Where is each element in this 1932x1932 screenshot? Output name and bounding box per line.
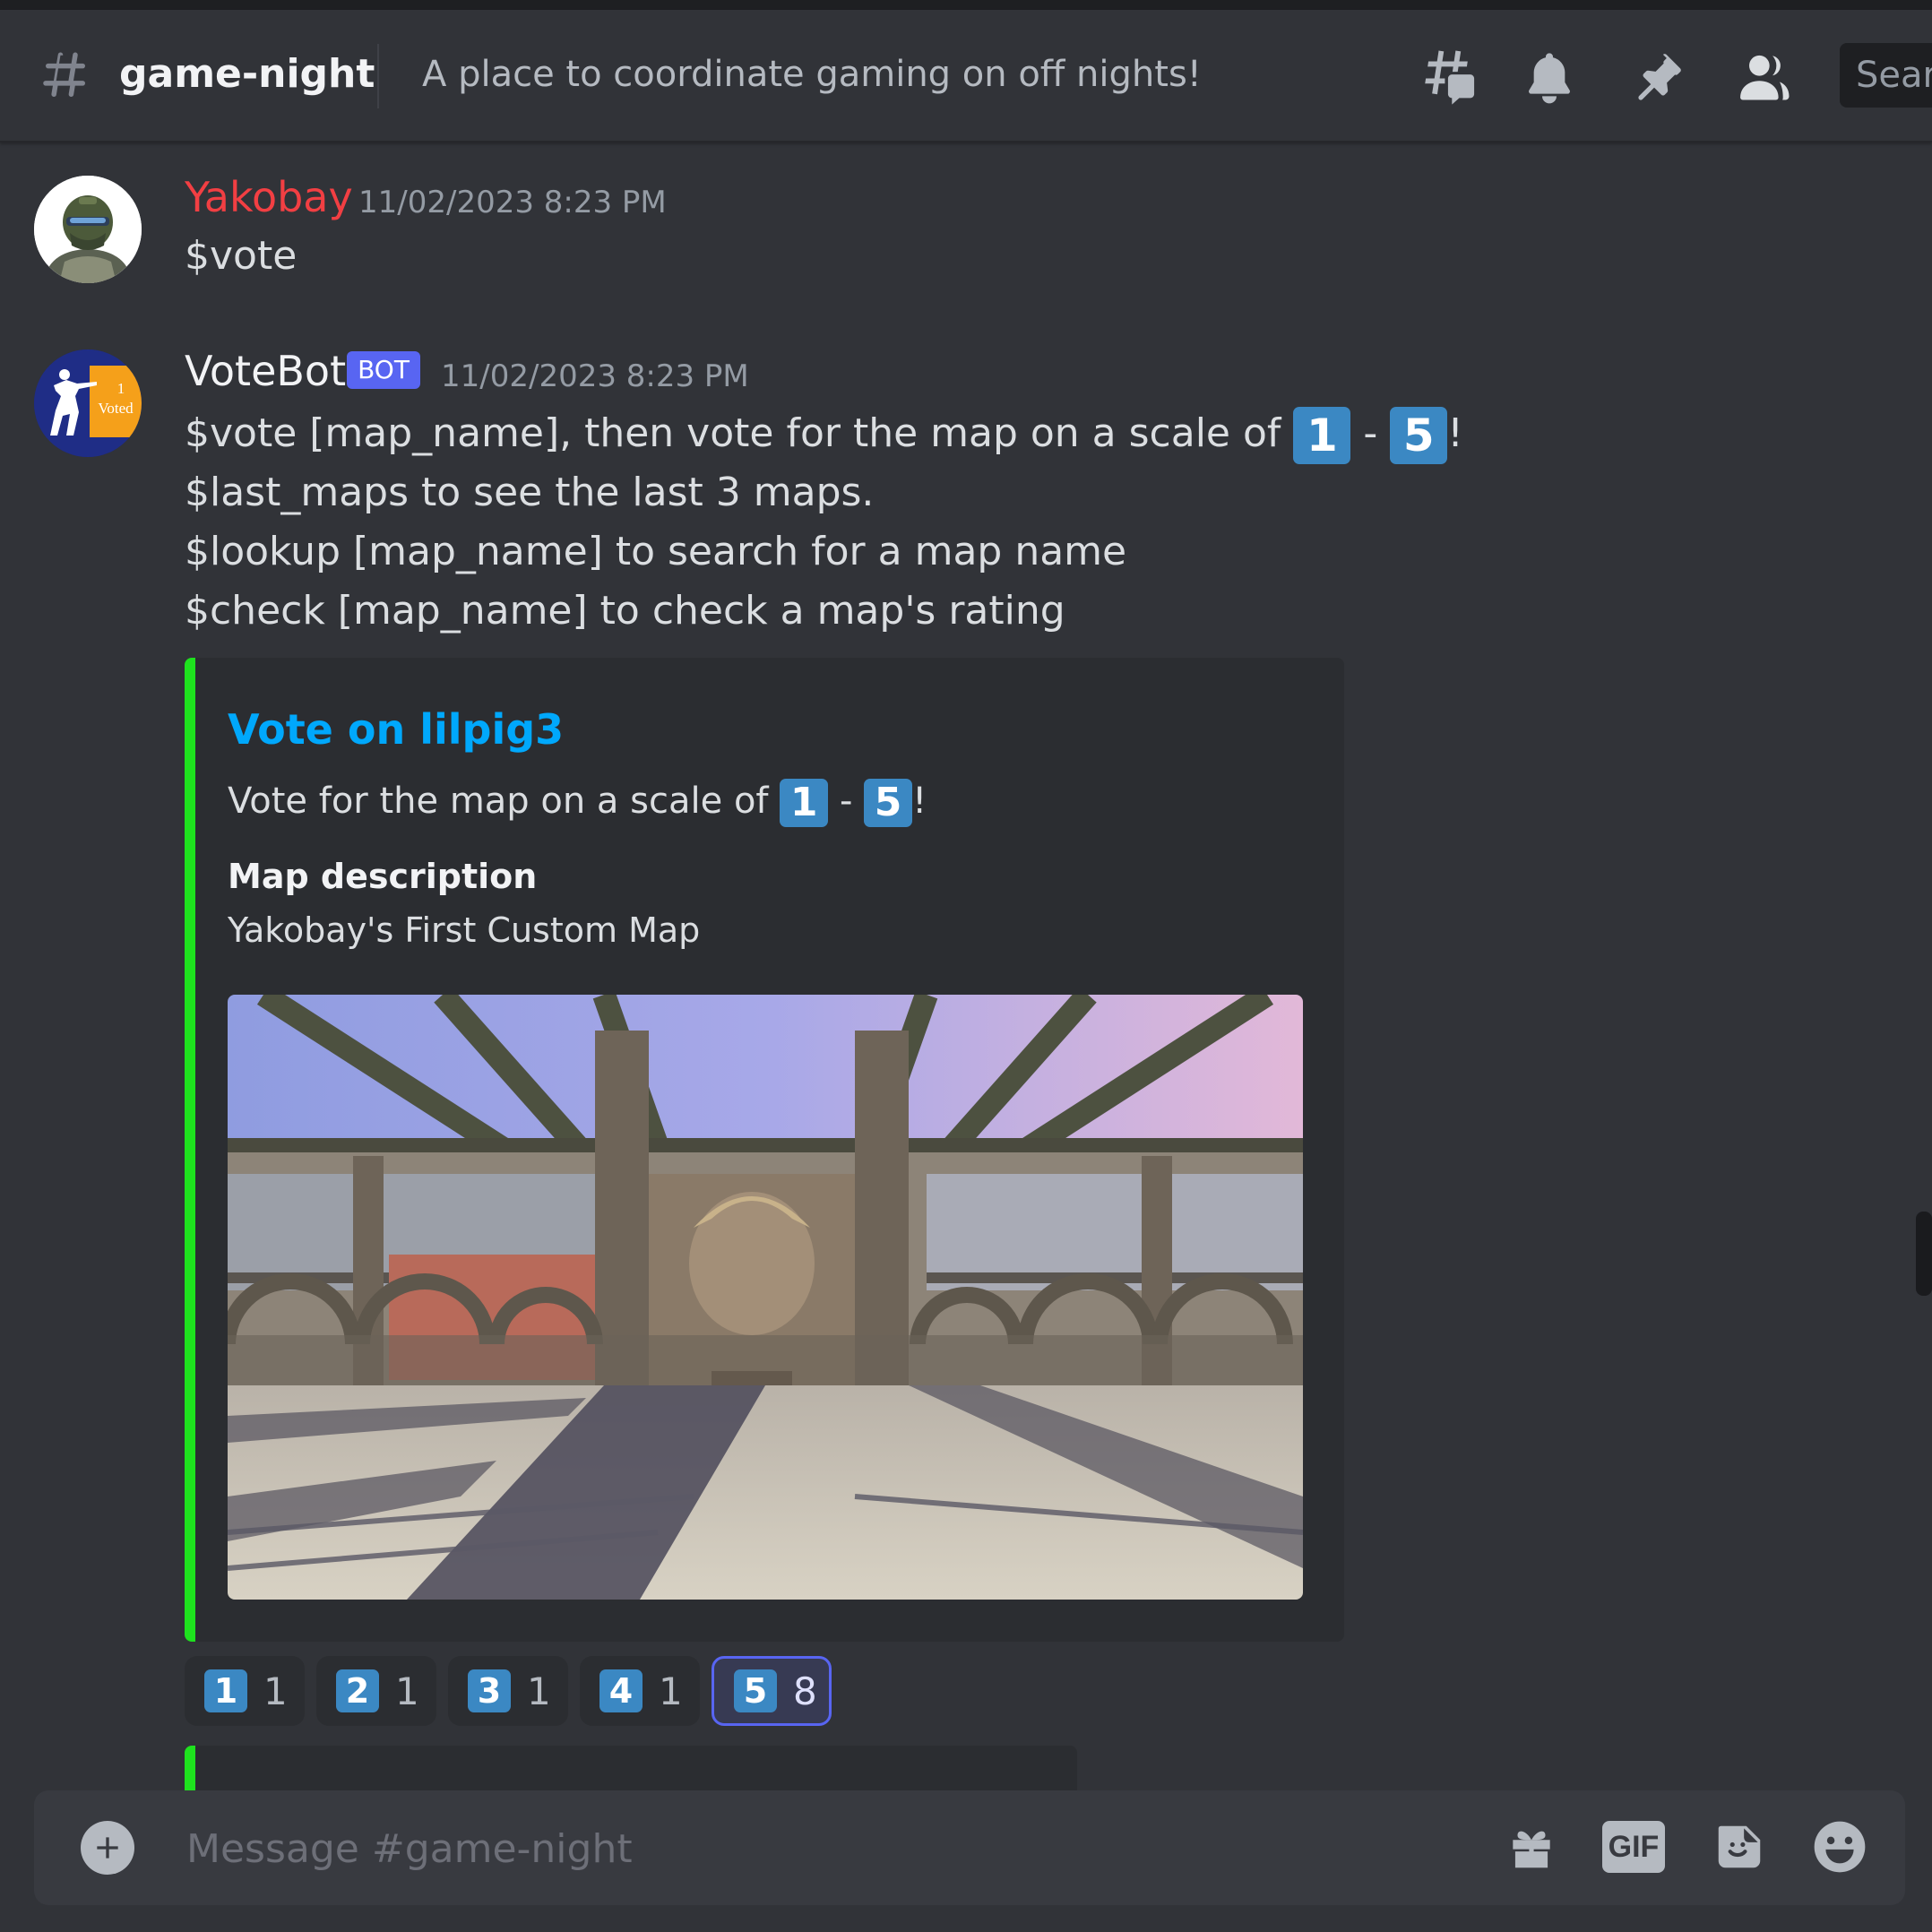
avatar-votebot[interactable]: 1 Voted xyxy=(34,349,142,457)
message-timestamp: 11/02/2023 8:23 PM xyxy=(358,185,667,220)
keycap-1-emoji: 1 xyxy=(780,779,829,827)
add-icon xyxy=(97,1837,118,1859)
search-input[interactable]: Sear xyxy=(1840,43,1932,108)
avatar-yakobay[interactable] xyxy=(34,176,142,283)
next-embed-partial xyxy=(185,1746,1077,1790)
keycap-4-emoji: 4 xyxy=(599,1669,643,1712)
dash-text: - xyxy=(839,781,853,822)
threads-icon[interactable] xyxy=(1414,46,1477,108)
reaction-keycap-2[interactable]: 2 1 xyxy=(316,1656,436,1726)
exclaim-text: ! xyxy=(912,781,927,822)
reaction-count: 1 xyxy=(659,1669,683,1713)
message-line-3: $lookup [map_name] to search for a map n… xyxy=(185,529,1127,574)
reaction-keycap-1[interactable]: 1 1 xyxy=(185,1656,305,1726)
reaction-count: 1 xyxy=(527,1669,551,1713)
reaction-keycap-3[interactable]: 3 1 xyxy=(448,1656,568,1726)
sticker-icon[interactable] xyxy=(1708,1816,1771,1878)
reaction-count: 8 xyxy=(793,1669,817,1713)
embed-description: Vote for the map on a scale of 1 - 5! xyxy=(228,774,927,828)
keycap-5-emoji: 5 xyxy=(1390,407,1448,464)
embed-desc-text: Vote for the map on a scale of xyxy=(228,781,769,822)
hash-icon xyxy=(43,52,85,98)
map-screenshot-image[interactable] xyxy=(228,995,1303,1600)
reaction-keycap-4[interactable]: 4 1 xyxy=(580,1656,700,1726)
gift-icon[interactable] xyxy=(1500,1816,1563,1878)
window-top-strip xyxy=(0,0,1932,10)
embed-field-name: Map description xyxy=(228,857,538,896)
message-author[interactable]: VoteBot xyxy=(185,344,346,398)
message-composer: GIF xyxy=(34,1790,1905,1905)
keycap-5-emoji: 5 xyxy=(734,1669,777,1712)
channel-header: game-night A place to coordinate gaming … xyxy=(0,10,1932,142)
message-content: $vote xyxy=(185,233,298,279)
message-author[interactable]: Yakobay xyxy=(185,170,353,224)
exclaim-text: ! xyxy=(1447,410,1463,456)
keycap-1-emoji: 1 xyxy=(204,1669,247,1712)
reaction-keycap-5[interactable]: 5 8 xyxy=(712,1656,832,1726)
votebot-badge-number: 1 xyxy=(116,380,125,397)
channel-name: game-night xyxy=(119,51,375,97)
message-timestamp: 11/02/2023 8:23 PM xyxy=(441,358,749,394)
gif-icon[interactable]: GIF xyxy=(1602,1816,1665,1878)
keycap-2-emoji: 2 xyxy=(336,1669,379,1712)
line-text: $vote [map_name], then vote for the map … xyxy=(185,410,1281,456)
bell-icon[interactable] xyxy=(1518,46,1581,108)
message-line-4: $check [map_name] to check a map's ratin… xyxy=(185,588,1065,634)
pin-icon[interactable] xyxy=(1626,46,1689,108)
bot-tag: BOT xyxy=(347,351,420,389)
message-list: Yakobay 11/02/2023 8:23 PM $vote 1 Voted… xyxy=(0,143,1932,1790)
dash-text: - xyxy=(1363,410,1378,456)
scrollbar-thumb[interactable] xyxy=(1916,1212,1932,1296)
message-line-2: $last_maps to see the last 3 maps. xyxy=(185,470,875,515)
vote-embed: Vote on lilpig3 Vote for the map on a sc… xyxy=(185,658,1344,1642)
members-icon[interactable] xyxy=(1733,46,1796,108)
message-input[interactable] xyxy=(185,1812,1443,1885)
header-divider xyxy=(377,44,379,108)
add-attachment-button[interactable] xyxy=(81,1821,134,1875)
gif-label: GIF xyxy=(1602,1821,1665,1873)
reaction-count: 1 xyxy=(263,1669,288,1713)
channel-topic[interactable]: A place to coordinate gaming on off nigh… xyxy=(422,47,1202,101)
embed-field-value: Yakobay's First Custom Map xyxy=(228,910,701,950)
embed-title[interactable]: Vote on lilpig3 xyxy=(228,703,564,756)
votebot-badge-text: Voted xyxy=(98,400,134,417)
keycap-5-emoji: 5 xyxy=(864,779,913,827)
keycap-3-emoji: 3 xyxy=(468,1669,511,1712)
keycap-1-emoji: 1 xyxy=(1293,407,1351,464)
reaction-count: 1 xyxy=(395,1669,419,1713)
emoji-icon[interactable] xyxy=(1808,1816,1871,1878)
message-line-1: $vote [map_name], then vote for the map … xyxy=(185,401,1463,466)
